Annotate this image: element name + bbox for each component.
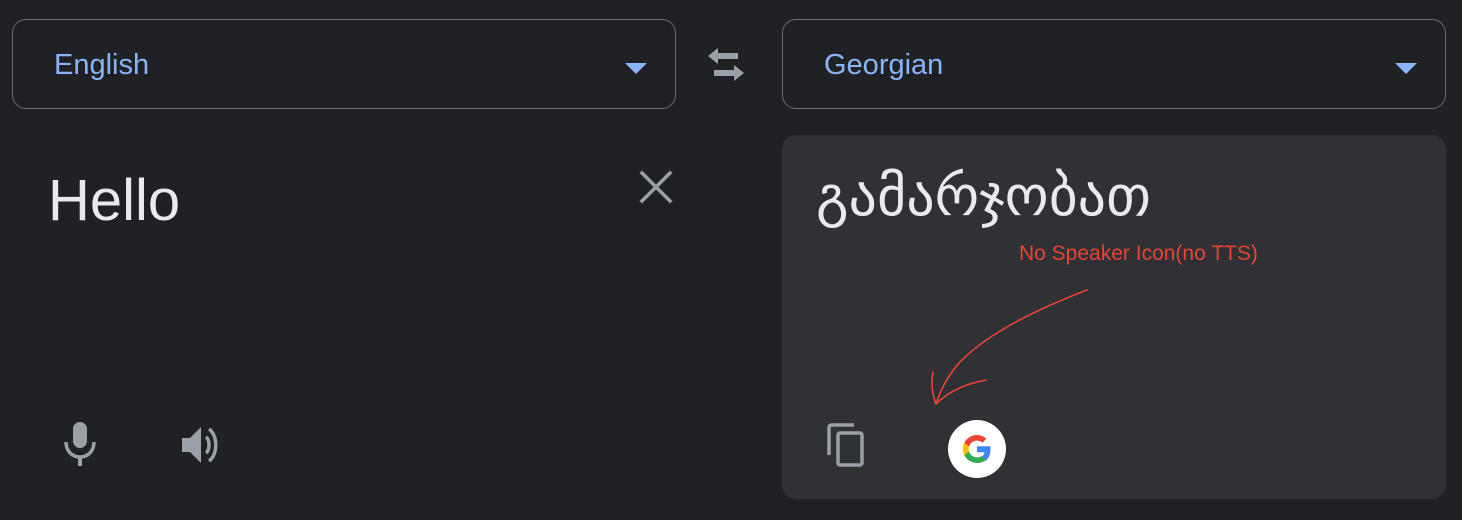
translate-app: English Georgian Hello გამარჯობათ No Spe… (0, 0, 1462, 520)
translation-text: გამარჯობათ (816, 164, 1151, 229)
source-text-panel[interactable]: Hello (12, 135, 676, 500)
google-logo-icon (963, 435, 991, 463)
source-language-select[interactable]: English (12, 19, 676, 109)
target-language-label: Georgian (824, 49, 944, 81)
close-icon (639, 170, 673, 204)
caret-down-icon (1395, 63, 1417, 74)
caret-down-icon (625, 63, 647, 74)
swap-arrows-icon (708, 48, 744, 81)
source-language-label: English (54, 49, 150, 81)
copy-icon (827, 423, 864, 467)
copy-translation-button[interactable] (824, 421, 872, 473)
annotation-note: No Speaker Icon(no TTS) (1019, 242, 1258, 265)
speaker-icon (182, 427, 218, 463)
microphone-button[interactable] (62, 420, 98, 468)
swap-languages-button[interactable] (704, 46, 748, 86)
source-text[interactable]: Hello (48, 169, 180, 233)
google-search-button[interactable] (948, 420, 1006, 478)
listen-button[interactable] (180, 424, 226, 466)
target-language-select[interactable]: Georgian (782, 19, 1446, 109)
translation-output-panel: გამარჯობათ (782, 135, 1446, 499)
clear-text-button[interactable] (638, 169, 674, 205)
microphone-icon (64, 422, 96, 466)
